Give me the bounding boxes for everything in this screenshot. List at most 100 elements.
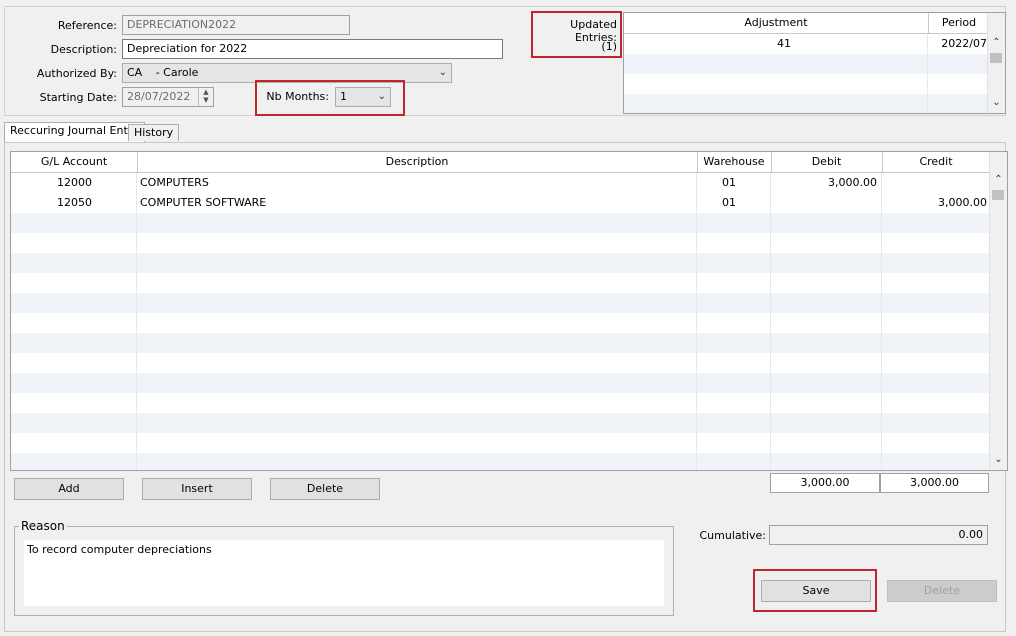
warehouse-cell: 01 [697, 173, 771, 193]
table-row[interactable] [11, 333, 990, 353]
empty-cell [697, 313, 771, 333]
description-field[interactable]: Depreciation for 2022 [122, 39, 503, 59]
empty-cell [697, 393, 771, 413]
description-cell: COMPUTERS [137, 173, 697, 193]
date-spinner[interactable]: ▲ ▼ [198, 88, 213, 106]
empty-cell [11, 433, 137, 453]
scroll-thumb[interactable] [992, 190, 1004, 200]
scroll-thumb[interactable] [990, 53, 1002, 63]
empty-cell [137, 393, 697, 413]
empty-cell [697, 413, 771, 433]
starting-date-label: Starting Date: [39, 91, 117, 104]
empty-cell [771, 413, 882, 433]
period-cell: 2022/07 [941, 37, 987, 50]
scroll-down-icon[interactable]: ⌄ [988, 97, 1005, 108]
empty-cell [882, 333, 990, 353]
col-period[interactable]: Period [928, 13, 990, 33]
cumulative-field: 0.00 [769, 525, 988, 545]
col-description[interactable]: Description [137, 152, 698, 172]
updates-grid: Adjustment Period 41 2022/07 ⌃ ⌄ [623, 12, 1006, 114]
empty-cell [11, 273, 137, 293]
table-row[interactable] [11, 293, 990, 313]
empty-cell [137, 213, 697, 233]
authorized-by-label: Authorized By: [36, 67, 117, 80]
tab-history[interactable]: History [128, 124, 180, 141]
nb-months-label: Nb Months: [266, 90, 329, 103]
description-label: Description: [50, 43, 117, 56]
scroll-up-icon[interactable]: ⌃ [988, 37, 1005, 48]
description-cell: COMPUTER SOFTWARE [137, 193, 697, 213]
empty-cell [771, 233, 882, 253]
empty-cell [11, 333, 137, 353]
reason-legend: Reason [19, 519, 67, 533]
table-row[interactable] [11, 393, 990, 413]
empty-cell [11, 373, 137, 393]
table-row[interactable] [11, 253, 990, 273]
updated-entries-count: (1) [601, 40, 617, 53]
journal-lines-scrollbar[interactable]: ⌃ ⌄ [989, 152, 1007, 470]
empty-cell [697, 293, 771, 313]
save-button[interactable]: Save [761, 580, 871, 602]
empty-cell [882, 293, 990, 313]
empty-cell [697, 353, 771, 373]
table-row[interactable] [11, 353, 990, 373]
table-row[interactable] [11, 453, 990, 470]
tab-recurring-journal-entry[interactable]: Reccuring Journal Entry [4, 122, 145, 143]
empty-cell [882, 453, 990, 470]
table-row[interactable] [624, 94, 988, 113]
col-credit[interactable]: Credit [882, 152, 990, 172]
table-row[interactable] [11, 413, 990, 433]
empty-cell [697, 273, 771, 293]
scroll-up-icon[interactable]: ⌃ [990, 174, 1007, 185]
empty-cell [697, 213, 771, 233]
col-gl-account[interactable]: G/L Account [11, 152, 138, 172]
table-row[interactable] [11, 373, 990, 393]
empty-cell [771, 213, 882, 233]
table-row[interactable] [11, 313, 990, 333]
reason-textarea[interactable]: To record computer depreciations [24, 540, 664, 606]
empty-cell [771, 273, 882, 293]
table-row[interactable]: 12000 COMPUTERS 01 3,000.00 [11, 173, 990, 193]
empty-cell [137, 293, 697, 313]
spin-up-icon[interactable]: ▲ [199, 88, 213, 96]
empty-cell [624, 74, 928, 94]
empty-cell [882, 233, 990, 253]
empty-cell [697, 333, 771, 353]
table-row[interactable] [11, 233, 990, 253]
table-row[interactable]: 41 2022/07 [624, 34, 988, 54]
updates-grid-header: Adjustment Period [624, 13, 988, 34]
col-debit[interactable]: Debit [771, 152, 883, 172]
col-adjustment[interactable]: Adjustment [624, 13, 929, 33]
spin-down-icon[interactable]: ▼ [199, 96, 213, 104]
empty-cell [624, 54, 928, 74]
empty-cell [771, 373, 882, 393]
table-row[interactable] [624, 54, 988, 74]
empty-cell [11, 213, 137, 233]
updates-scrollbar[interactable]: ⌃ ⌄ [987, 13, 1005, 113]
table-row[interactable]: 12050 COMPUTER SOFTWARE 01 3,000.00 [11, 193, 990, 213]
empty-cell [137, 233, 697, 253]
empty-cell [882, 373, 990, 393]
empty-cell [137, 413, 697, 433]
scroll-down-icon[interactable]: ⌄ [990, 454, 1007, 465]
delete-line-button[interactable]: Delete [270, 478, 380, 500]
total-debit: 3,000.00 [770, 473, 880, 493]
table-row[interactable] [11, 433, 990, 453]
table-row[interactable] [11, 213, 990, 233]
empty-cell [697, 233, 771, 253]
table-row[interactable] [624, 74, 988, 94]
table-row[interactable] [11, 273, 990, 293]
delete-button[interactable]: Delete [887, 580, 997, 602]
empty-cell [137, 333, 697, 353]
col-warehouse[interactable]: Warehouse [697, 152, 772, 172]
empty-cell [697, 373, 771, 393]
reference-label: Reference: [57, 19, 117, 32]
credit-cell: 3,000.00 [938, 196, 987, 209]
reference-field[interactable]: DEPRECIATION2022 [122, 15, 350, 35]
empty-cell [882, 433, 990, 453]
nb-months-select[interactable]: 1 ⌄ [335, 87, 391, 107]
chevron-down-icon: ⌄ [377, 91, 386, 102]
insert-line-button[interactable]: Insert [142, 478, 252, 500]
chevron-down-icon: ⌄ [438, 67, 447, 78]
add-line-button[interactable]: Add [14, 478, 124, 500]
